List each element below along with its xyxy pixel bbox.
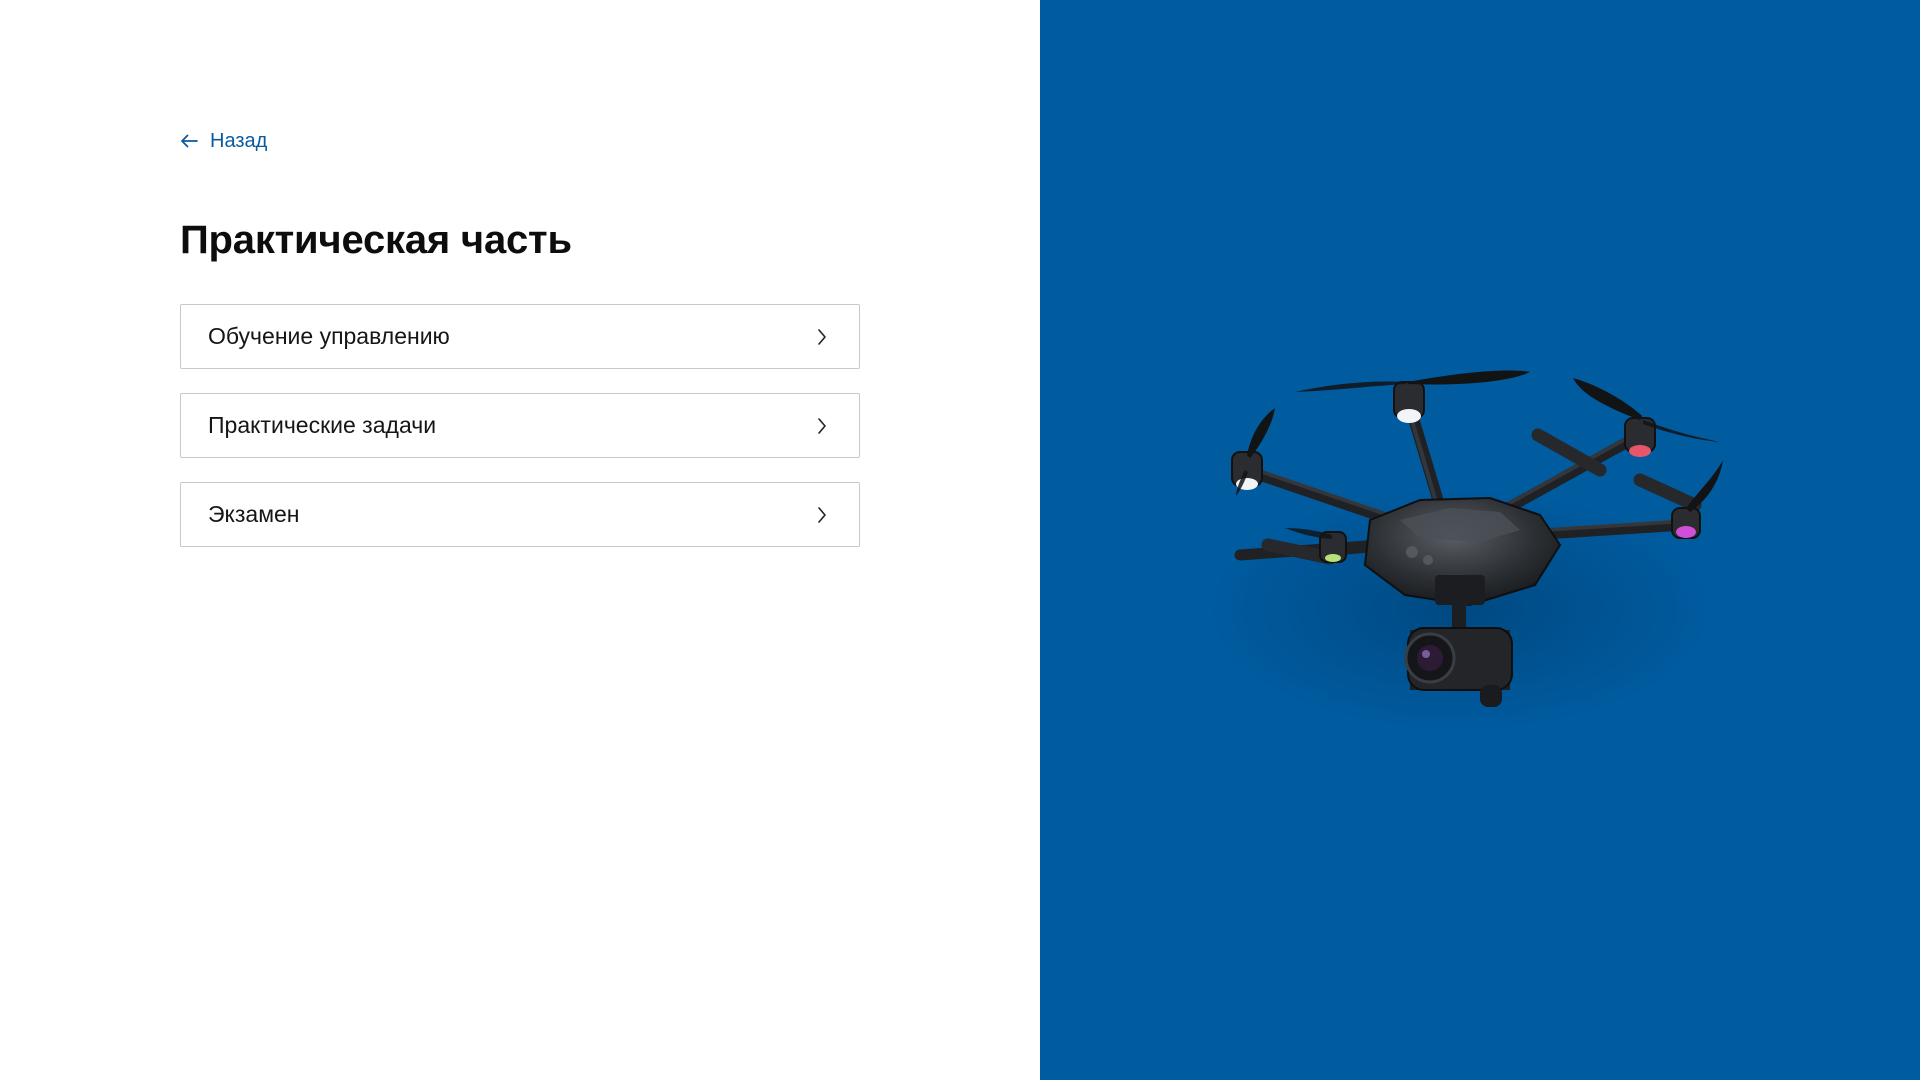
chevron-right-icon (817, 328, 827, 346)
menu-item-label: Экзамен (208, 501, 300, 527)
menu-item-label: Практические задачи (208, 412, 437, 438)
back-link[interactable]: Назад (180, 126, 267, 156)
menu-item-exam[interactable]: Экзамен (180, 482, 860, 547)
hero-panel (1040, 0, 1920, 1080)
back-link-label: Назад (210, 129, 268, 152)
menu-item-control-training[interactable]: Обучение управлению (180, 304, 860, 369)
menu-list: Обучение управлению Практические задачи … (180, 304, 860, 571)
page-title: Практическая часть (180, 218, 572, 262)
left-panel: Назад Практическая часть Обучение управл… (0, 0, 1040, 1080)
menu-item-label: Обучение управлению (208, 323, 450, 349)
chevron-right-icon (817, 417, 827, 435)
arrow-left-icon (180, 134, 198, 148)
menu-item-practical-tasks[interactable]: Практические задачи (180, 393, 860, 458)
chevron-right-icon (817, 506, 827, 524)
drone-illustration (1210, 370, 1723, 730)
